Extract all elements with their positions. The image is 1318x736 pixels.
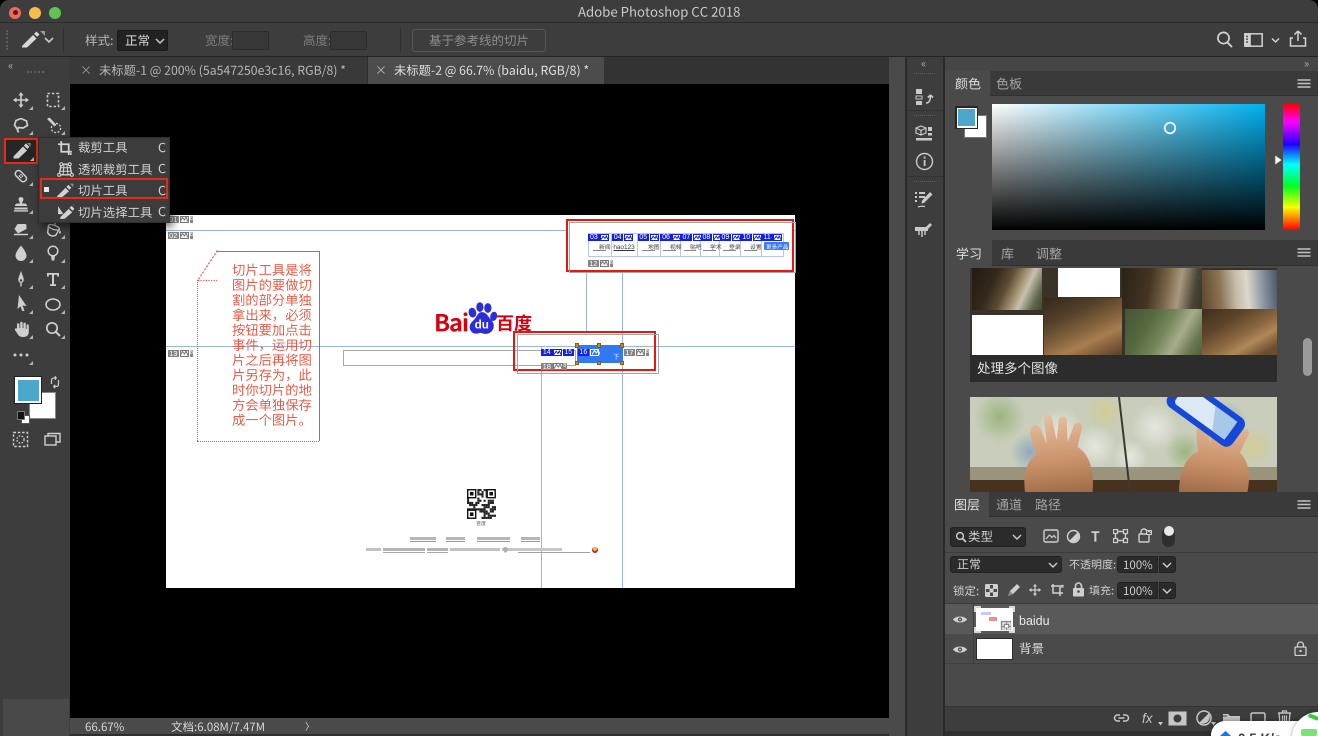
svg-text:du: du [474,319,488,332]
